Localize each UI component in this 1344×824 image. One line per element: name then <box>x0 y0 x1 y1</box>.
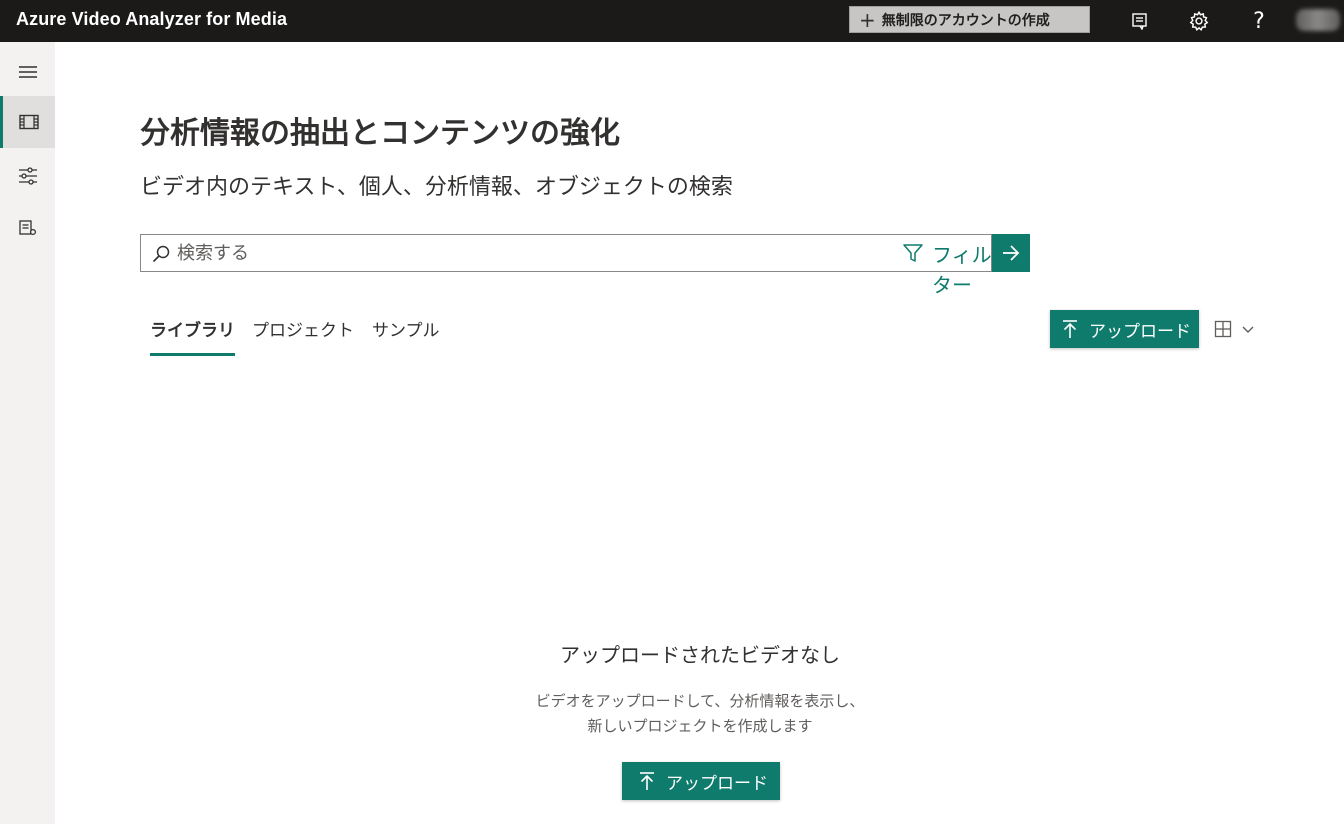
tab-projects-label: プロジェクト <box>252 321 354 341</box>
upload-button-label: アップロード <box>1089 321 1191 342</box>
upload-icon <box>1063 320 1077 338</box>
upload-button[interactable]: アップロード <box>1050 310 1199 348</box>
model-customization-icon[interactable] <box>0 150 55 202</box>
active-tab-indicator <box>150 353 235 356</box>
empty-state-upload-button[interactable]: アップロード <box>622 762 780 800</box>
media-library-icon[interactable] <box>0 96 55 148</box>
tab-library-label: ライブラリ <box>150 321 235 341</box>
create-unlimited-account-button[interactable]: + 無制限のアカウントの作成 <box>849 6 1090 33</box>
filter-icon <box>902 242 924 268</box>
empty-state-title: アップロードされたビデオなし <box>560 643 840 667</box>
help-icon[interactable]: ? <box>1246 8 1272 34</box>
filter-label: フィルター <box>932 243 992 297</box>
top-bar: Azure Video Analyzer for Media + 無制限のアカウ… <box>0 0 1344 42</box>
grid-view-icon <box>1214 320 1232 338</box>
upload-icon <box>640 772 654 790</box>
arrow-right-icon <box>1003 245 1020 261</box>
plus-icon: + <box>859 7 876 32</box>
tab-samples-label: サンプル <box>372 321 440 341</box>
view-toggle[interactable] <box>1214 318 1260 340</box>
tab-library[interactable]: ライブラリ <box>150 316 235 358</box>
search-box <box>140 234 992 272</box>
tab-samples[interactable]: サンプル <box>372 316 440 358</box>
empty-state-description: ビデオをアップロードして、分析情報を表示し、 新しいプロジェクトを作成します <box>0 689 1344 739</box>
empty-state-description-line1: ビデオをアップロードして、分析情報を表示し、 <box>535 692 865 710</box>
avatar[interactable] <box>1296 9 1340 31</box>
create-account-label: 無制限のアカウントの作成 <box>881 12 1050 29</box>
empty-state-description-line2: 新しいプロジェクトを作成します <box>587 717 813 735</box>
tab-projects[interactable]: プロジェクト <box>252 316 354 358</box>
chevron-down-icon <box>1242 326 1254 333</box>
search-submit-button[interactable] <box>992 234 1030 272</box>
hamburger-menu-icon[interactable] <box>0 46 55 98</box>
gear-icon[interactable] <box>1186 8 1212 34</box>
search-icon <box>151 244 171 268</box>
feedback-icon[interactable] <box>1127 8 1153 34</box>
search-input[interactable] <box>177 236 897 270</box>
filter-button[interactable]: フィルター <box>902 240 994 306</box>
app-title: Azure Video Analyzer for Media <box>16 9 288 29</box>
page-title: 分析情報の抽出とコンテンツの強化 <box>140 116 620 151</box>
page-subtitle: ビデオ内のテキスト、個人、分析情報、オブジェクトの検索 <box>140 175 733 200</box>
empty-state-upload-label: アップロード <box>666 773 768 794</box>
account-settings-icon[interactable] <box>0 202 55 254</box>
